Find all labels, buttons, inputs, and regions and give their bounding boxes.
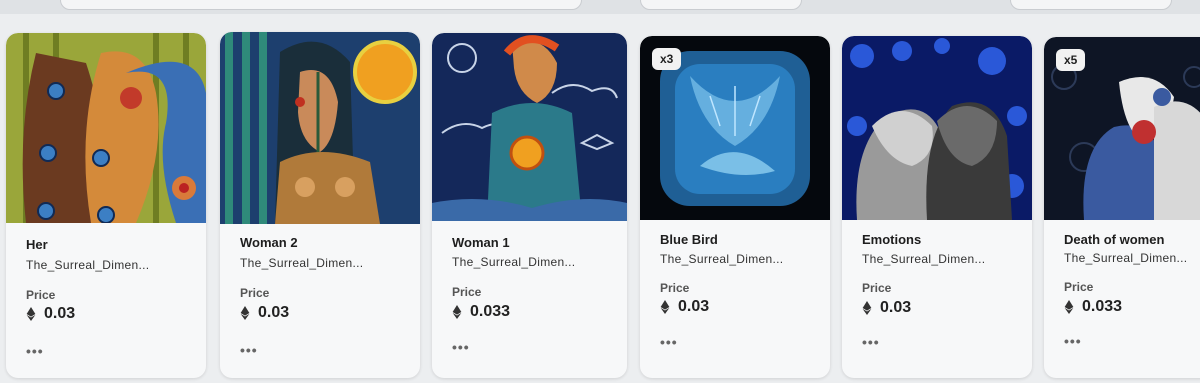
nft-card[interactable]: x5 Death of women The_Surreal_Dimen... P…	[1044, 37, 1200, 378]
nft-title[interactable]: Her	[26, 237, 48, 252]
price-label: Price	[26, 288, 56, 302]
price-label: Price	[240, 286, 270, 300]
price-label: Price	[660, 281, 690, 295]
nft-creator[interactable]: The_Surreal_Dimen...	[452, 255, 575, 269]
nft-title[interactable]: Woman 2	[240, 235, 298, 250]
more-options-icon[interactable]: •••	[240, 342, 258, 358]
sort-button-edge[interactable]	[1010, 0, 1172, 10]
price-row: 0.03	[26, 305, 75, 323]
more-options-icon[interactable]: •••	[862, 334, 880, 350]
edition-count-badge: x3	[652, 48, 682, 70]
nft-artwork[interactable]	[432, 33, 627, 221]
nft-artwork[interactable]	[220, 32, 420, 224]
nft-title[interactable]: Death of women	[1064, 232, 1164, 247]
more-options-icon[interactable]: •••	[26, 343, 44, 359]
nft-creator[interactable]: The_Surreal_Dimen...	[862, 252, 985, 266]
ethereum-icon	[1064, 300, 1074, 314]
price-row: 0.033	[1064, 298, 1122, 316]
price-label: Price	[1064, 280, 1094, 294]
nft-card[interactable]: x3 Blue Bird The_Surreal_Dimen... Price …	[640, 36, 830, 378]
nft-title[interactable]: Woman 1	[452, 235, 510, 250]
ethereum-icon	[26, 307, 36, 321]
browser-top-strip	[0, 0, 1200, 14]
nft-card[interactable]: Her The_Surreal_Dimen... Price 0.03 •••	[6, 33, 206, 378]
nft-creator[interactable]: The_Surreal_Dimen...	[26, 258, 149, 272]
price-row: 0.03	[660, 298, 709, 316]
nft-card[interactable]: Woman 2 The_Surreal_Dimen... Price 0.03 …	[220, 32, 420, 378]
price-value: 0.03	[44, 305, 76, 322]
more-options-icon[interactable]: •••	[660, 334, 678, 350]
search-bar-edge[interactable]	[60, 0, 582, 10]
nft-title[interactable]: Blue Bird	[660, 232, 718, 247]
nft-creator[interactable]: The_Surreal_Dimen...	[240, 256, 363, 270]
nft-artwork[interactable]	[842, 36, 1032, 220]
ethereum-icon	[862, 301, 872, 315]
nft-card[interactable]: Woman 1 The_Surreal_Dimen... Price 0.033…	[432, 33, 627, 378]
price-value: 0.03	[678, 298, 710, 315]
price-label: Price	[452, 285, 482, 299]
edition-count-badge: x5	[1056, 49, 1086, 71]
nft-creator[interactable]: The_Surreal_Dimen...	[1064, 251, 1187, 265]
nft-title[interactable]: Emotions	[862, 232, 921, 247]
price-label: Price	[862, 281, 892, 295]
price-row: 0.03	[862, 299, 911, 317]
price-value: 0.033	[470, 303, 511, 320]
more-options-icon[interactable]: •••	[1064, 333, 1082, 349]
nft-artwork[interactable]	[6, 33, 206, 223]
filter-button-edge[interactable]	[640, 0, 802, 10]
nft-creator[interactable]: The_Surreal_Dimen...	[660, 252, 783, 266]
ethereum-icon	[240, 306, 250, 320]
price-value: 0.03	[880, 299, 912, 316]
price-row: 0.03	[240, 304, 289, 322]
nft-card[interactable]: Emotions The_Surreal_Dimen... Price 0.03…	[842, 36, 1032, 378]
ethereum-icon	[660, 300, 670, 314]
ethereum-icon	[452, 305, 462, 319]
more-options-icon[interactable]: •••	[452, 339, 470, 355]
nft-artwork[interactable]: x3	[640, 36, 830, 220]
price-value: 0.033	[1082, 298, 1123, 315]
price-row: 0.033	[452, 303, 510, 321]
price-value: 0.03	[258, 304, 290, 321]
nft-artwork[interactable]: x5	[1044, 37, 1200, 220]
